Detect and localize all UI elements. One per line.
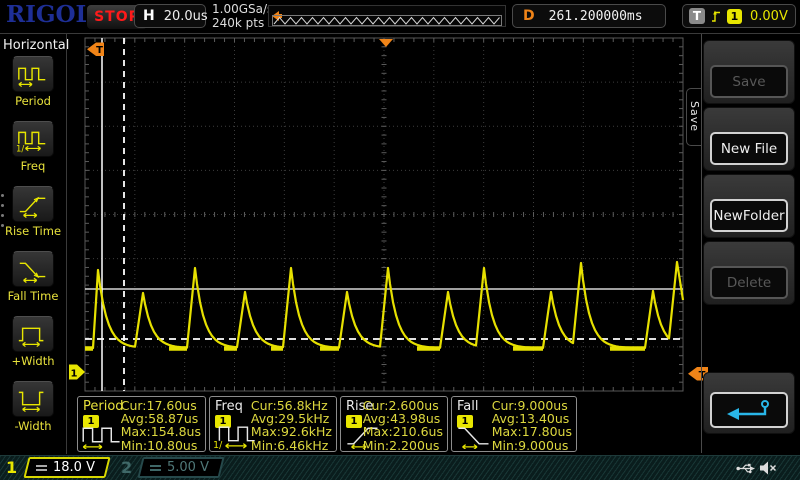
save-button[interactable]: Save	[710, 65, 788, 98]
softkey-group: Save	[703, 40, 795, 104]
new-file-button[interactable]: New File	[710, 132, 788, 165]
ch1-number[interactable]: 1	[6, 458, 17, 477]
ch1-scale-box[interactable]: 18.0 V	[23, 457, 111, 478]
return-arrow-icon	[727, 400, 769, 420]
softkey-group: New File	[703, 107, 795, 171]
ch1-ground-marker-label: 1	[71, 369, 78, 380]
measurement-panel-fall[interactable]: Fall 1 Cur:9.000us Avg:13.40us Max:17.80u…	[451, 396, 577, 452]
measurement-values: Cur:2.600us Avg:43.98us Max:210.6us Min:2.…	[362, 398, 443, 453]
measurement-panel-rise[interactable]: Rise 1 Cur:2.600us Avg:43.98us Max:210.6u…	[340, 396, 448, 452]
speaker-muted-icon	[760, 461, 777, 475]
delete-button[interactable]: Delete	[710, 266, 788, 299]
trigger-delay-marker[interactable]	[379, 39, 393, 47]
softkey-group: Delete	[703, 241, 795, 305]
ch2-scale-value: 5.00 V	[167, 460, 209, 475]
svg-text:1/: 1/	[213, 440, 223, 449]
fall-icon	[458, 427, 489, 449]
dc-coupling-icon	[150, 464, 161, 471]
trigger-position-flag-label: T	[96, 45, 103, 56]
measurement-panel-freq[interactable]: Freq 1 1/ Cur:56.8kHz Avg:29.5kHz Max:92.…	[209, 396, 337, 452]
menu-tab-save: Save	[686, 88, 701, 146]
dc-coupling-icon	[36, 464, 47, 471]
measurement-results-row: Period 1 Cur:17.60us Avg:58.87us Max:154.…	[77, 396, 577, 452]
measurement-values: Cur:17.60us Avg:58.87us Max:154.8us Min:10…	[120, 398, 201, 453]
softkey-group: NewFolder	[703, 174, 795, 238]
channel-status-bar: 1 18.0 V 2 5.00 V	[0, 455, 800, 480]
graticule	[84, 37, 684, 392]
ch1-scale-value: 18.0 V	[53, 460, 95, 475]
measurement-values: Cur:56.8kHz Avg:29.5kHz Max:92.6kHz Min:6.…	[250, 398, 332, 453]
new-folder-button[interactable]: NewFolder	[710, 199, 788, 232]
menu-back-button[interactable]	[710, 392, 788, 428]
softkey-group	[703, 372, 795, 434]
measurement-panel-period[interactable]: Period 1 Cur:17.60us Avg:58.87us Max:154.…	[77, 396, 206, 452]
ch2-scale-box[interactable]: 5.00 V	[137, 457, 225, 478]
ch2-number[interactable]: 2	[121, 458, 132, 477]
menu-divider	[701, 34, 702, 453]
usb-icon	[736, 463, 755, 474]
measurement-values: Cur:9.000us Avg:13.40us Max:17.80us Min:9.…	[491, 398, 572, 453]
